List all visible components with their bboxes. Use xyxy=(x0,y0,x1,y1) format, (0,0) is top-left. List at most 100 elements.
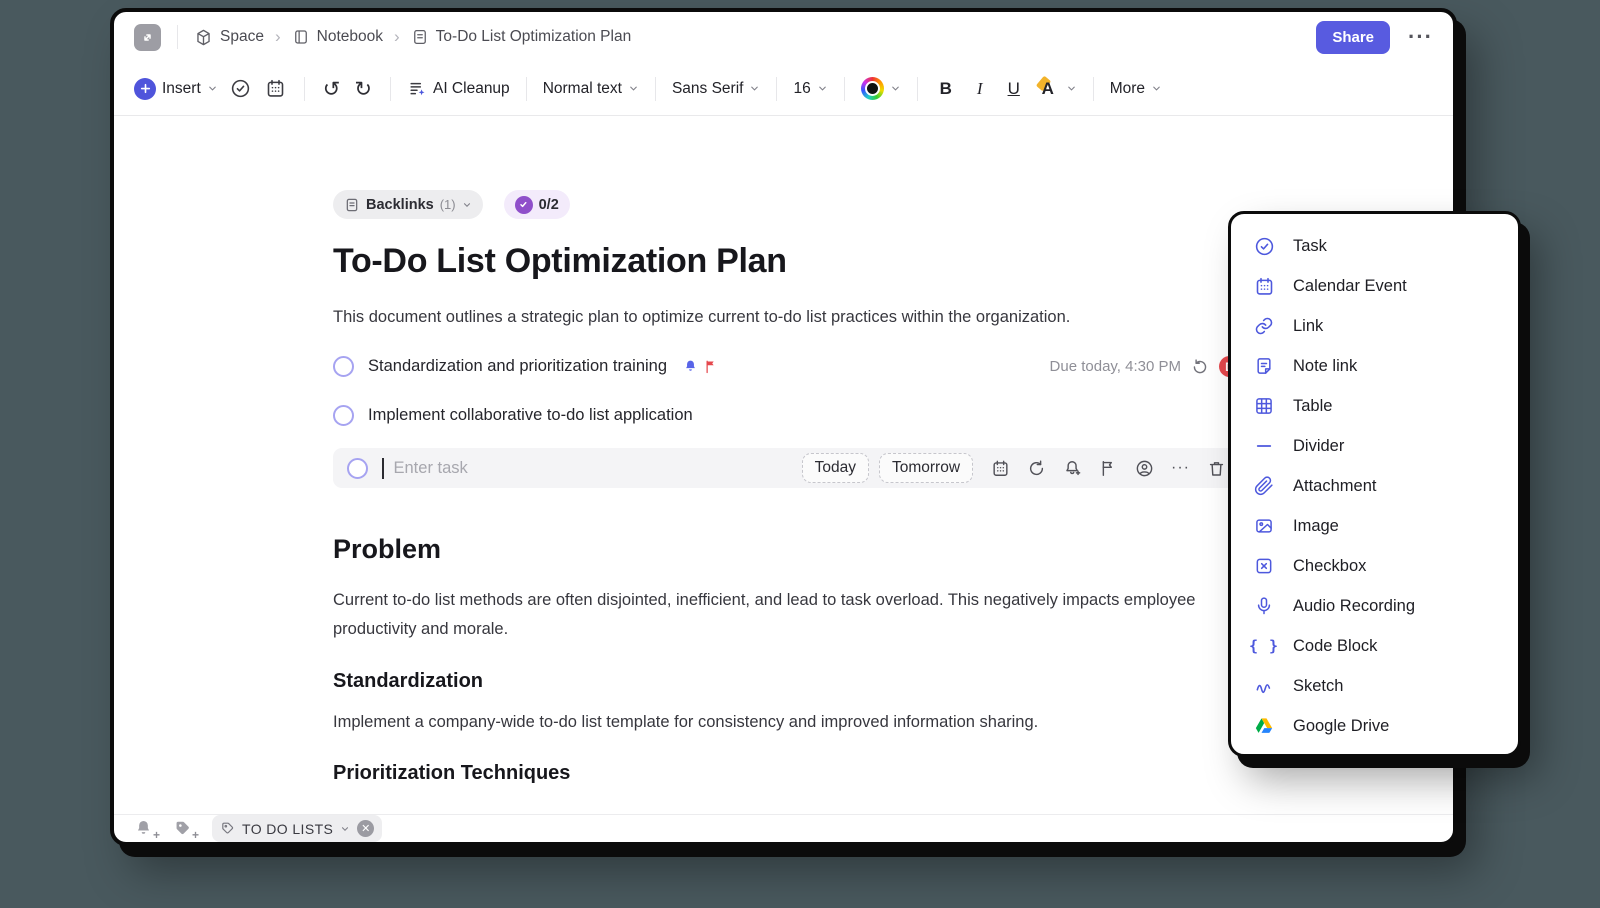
check-circle-icon xyxy=(514,195,533,214)
text-color-dropdown[interactable] xyxy=(860,77,901,100)
more-tools-dropdown[interactable]: More xyxy=(1110,80,1162,98)
due-tomorrow-button[interactable]: Tomorrow xyxy=(878,453,974,483)
text-style-dropdown[interactable]: Normal text xyxy=(543,80,639,98)
divider-icon xyxy=(1253,435,1275,457)
task-checkbox[interactable] xyxy=(333,405,354,426)
task-text[interactable]: Standardization and prioritization train… xyxy=(368,357,667,376)
flag-icon xyxy=(1102,460,1112,476)
section-heading: Prioritization Techniques xyxy=(333,762,571,784)
assign-person-button[interactable] xyxy=(1135,459,1154,478)
breadcrumb-notebook[interactable]: Notebook xyxy=(317,28,383,46)
menu-item-label: Attachment xyxy=(1293,476,1377,495)
microphone-icon xyxy=(1253,595,1275,617)
insert-menu-item-attachment[interactable]: Attachment xyxy=(1231,466,1518,506)
bell-plus-icon xyxy=(1066,460,1081,475)
divider xyxy=(525,76,527,101)
insert-menu-item-divider[interactable]: Divider xyxy=(1231,426,1518,466)
insert-menu-item-image[interactable]: Image xyxy=(1231,506,1518,546)
task-checkbox[interactable] xyxy=(333,356,354,377)
set-date-button[interactable] xyxy=(991,459,1010,478)
more-task-options-button[interactable]: ··· xyxy=(1171,460,1190,476)
add-reminder-button[interactable]: + xyxy=(134,819,160,842)
check-circle-icon xyxy=(231,79,249,98)
add-calendar-event-button[interactable] xyxy=(263,76,288,101)
insert-menu-item-table[interactable]: Table xyxy=(1231,386,1518,426)
insert-label: Insert xyxy=(162,79,201,97)
divider xyxy=(1092,76,1094,101)
insert-button[interactable]: Insert xyxy=(134,77,218,100)
more-options-icon[interactable]: ··· xyxy=(1408,26,1433,48)
underline-button[interactable]: U xyxy=(1002,79,1026,99)
font-family-dropdown[interactable]: Sans Serif xyxy=(672,80,761,98)
chevron-down-icon xyxy=(751,86,759,91)
highlight-dropdown[interactable]: A xyxy=(1036,79,1077,99)
italic-button[interactable]: I xyxy=(968,79,992,99)
bell-add-icon xyxy=(137,820,150,834)
set-repeat-button[interactable] xyxy=(1027,459,1046,478)
ai-cleanup-button[interactable]: AI Cleanup xyxy=(407,79,510,99)
plus-badge: + xyxy=(191,828,199,842)
tag-chip[interactable]: TO DO LISTS ✕ xyxy=(212,815,383,842)
breadcrumb-space[interactable]: Space xyxy=(220,28,264,46)
redo-button[interactable]: ↻ xyxy=(352,77,374,101)
repeat-icon[interactable] xyxy=(1191,358,1209,376)
task-checkbox[interactable] xyxy=(347,457,368,479)
link-icon xyxy=(1253,315,1275,337)
add-tag-button[interactable]: + xyxy=(173,819,199,842)
tag-icon xyxy=(222,822,234,834)
attachment-icon xyxy=(1253,475,1275,497)
plus-badge: + xyxy=(152,828,160,842)
share-button[interactable]: Share xyxy=(1316,20,1391,54)
font-size-value: 16 xyxy=(793,79,811,97)
divider xyxy=(654,76,656,101)
due-today-button[interactable]: Today xyxy=(801,453,869,483)
delete-task-button[interactable] xyxy=(1207,459,1226,478)
backlinks-pill[interactable]: Backlinks (1) xyxy=(333,190,483,219)
breadcrumb-page[interactable]: To-Do List Optimization Plan xyxy=(436,28,632,46)
new-task-row: Today Tomorrow ··· xyxy=(333,448,1240,488)
font-family-value: Sans Serif xyxy=(671,79,744,97)
menu-item-label: Task xyxy=(1293,236,1327,255)
task-icon xyxy=(1253,235,1275,257)
chevron-down-icon xyxy=(1153,86,1160,91)
task-text[interactable]: Implement collaborative to-do list appli… xyxy=(368,406,693,425)
remove-tag-icon[interactable]: ✕ xyxy=(357,820,375,837)
expand-button[interactable] xyxy=(134,23,161,51)
insert-menu: Task Calendar Event Link Note link Table… xyxy=(1228,211,1521,757)
document-icon xyxy=(344,197,360,213)
set-flag-button[interactable] xyxy=(1099,459,1118,478)
text-caret xyxy=(382,457,384,479)
expand-icon xyxy=(144,33,151,41)
insert-menu-item-audio-recording[interactable]: Audio Recording xyxy=(1231,586,1518,626)
insert-menu-item-link[interactable]: Link xyxy=(1231,306,1518,346)
insert-menu-item-note-link[interactable]: Note link xyxy=(1231,346,1518,386)
page-title: To-Do List Optimization Plan xyxy=(333,242,787,280)
insert-menu-item-code-block[interactable]: { } Code Block xyxy=(1231,626,1518,666)
due-date-label[interactable]: Due today, 4:30 PM xyxy=(1050,358,1181,375)
window-header: Space › Notebook › To-Do List Optimizati… xyxy=(114,12,1453,62)
chevron-down-icon xyxy=(630,86,637,91)
insert-menu-item-checkbox[interactable]: Checkbox xyxy=(1231,546,1518,586)
space-cube-icon xyxy=(194,28,213,47)
insert-menu-item-task[interactable]: Task xyxy=(1231,226,1518,266)
insert-menu-item-google-drive[interactable]: Google Drive xyxy=(1231,706,1518,746)
format-toolbar: Insert ↺ ↻ AI Cleanup Normal text Sans S… xyxy=(114,62,1453,116)
document-footer: + + TO DO LISTS ✕ xyxy=(114,814,1453,842)
tag-label: TO DO LISTS xyxy=(242,820,334,837)
add-reminder-button[interactable] xyxy=(1063,459,1082,478)
font-size-dropdown[interactable]: 16 xyxy=(793,80,827,98)
task-row: Implement collaborative to-do list appli… xyxy=(333,405,1240,426)
intro-paragraph: This document outlines a strategic plan … xyxy=(333,308,1071,326)
task-progress-pill[interactable]: 0/2 xyxy=(503,190,570,219)
sketch-icon xyxy=(1253,675,1275,697)
insert-menu-item-calendar-event[interactable]: Calendar Event xyxy=(1231,266,1518,306)
add-task-button[interactable] xyxy=(228,76,253,101)
undo-button[interactable]: ↺ xyxy=(321,77,343,101)
new-task-input[interactable] xyxy=(393,458,792,478)
insert-menu-item-sketch[interactable]: Sketch xyxy=(1231,666,1518,706)
bold-button[interactable]: B xyxy=(934,79,958,99)
table-icon xyxy=(1253,395,1275,417)
calendar-icon xyxy=(267,79,284,97)
breadcrumb-separator: › xyxy=(393,27,400,46)
menu-item-label: Sketch xyxy=(1293,676,1344,695)
